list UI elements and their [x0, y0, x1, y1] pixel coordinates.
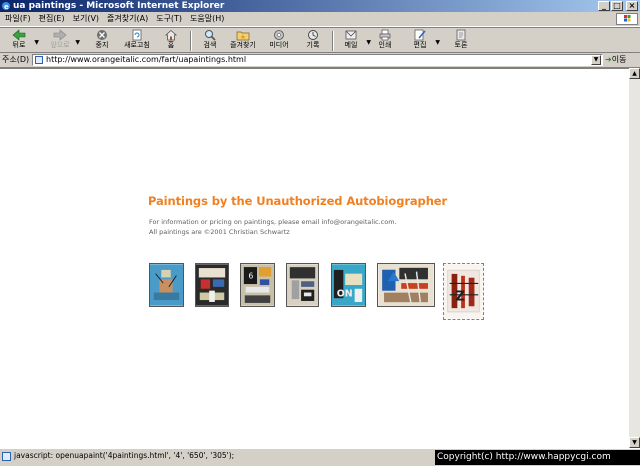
- media-label: 미디어: [269, 41, 289, 49]
- go-button[interactable]: ➜이동: [605, 54, 639, 66]
- svg-text:Z: Z: [455, 290, 465, 305]
- scroll-up-arrow-icon[interactable]: ▲: [629, 68, 640, 79]
- vertical-scrollbar[interactable]: ▲ ▼: [629, 68, 640, 448]
- refresh-button[interactable]: 새로고침: [120, 29, 154, 53]
- painting-thumbnail-6[interactable]: [377, 263, 435, 307]
- back-label: 뒤로: [12, 41, 26, 49]
- address-dropdown-icon[interactable]: ▼: [591, 55, 601, 65]
- stop-icon: [97, 30, 107, 40]
- go-label: 이동: [611, 55, 627, 64]
- menu-tools[interactable]: 도구(T): [153, 12, 185, 26]
- search-icon: [205, 30, 216, 41]
- discuss-button[interactable]: 토론: [444, 29, 478, 53]
- painting-thumbnail-2[interactable]: [195, 263, 229, 307]
- forward-label: 앞으로: [50, 41, 70, 49]
- discuss-icon: [456, 29, 466, 41]
- maximize-button[interactable]: □: [611, 1, 623, 11]
- back-button[interactable]: 뒤로 ▼: [2, 29, 39, 53]
- painting-thumbnail-4[interactable]: [286, 263, 319, 307]
- info-text-copyright: All paintings are ©2001 Christian Schwar…: [149, 228, 290, 236]
- printer-icon: [379, 29, 391, 41]
- menu-edit[interactable]: 편집(E): [36, 12, 68, 26]
- ie-logo-icon: e: [2, 2, 10, 11]
- home-label: 홈: [167, 41, 175, 49]
- refresh-icon: [132, 29, 142, 41]
- favorites-button[interactable]: 즐겨찾기: [226, 29, 260, 53]
- painting-thumbnail-1[interactable]: [149, 263, 184, 307]
- history-button[interactable]: 기록: [296, 29, 330, 53]
- page-icon: [35, 56, 43, 64]
- go-arrow-icon: ➜: [605, 55, 612, 64]
- print-label: 인쇄: [378, 41, 392, 49]
- home-icon: [164, 29, 178, 41]
- forward-arrow-icon: [53, 29, 67, 41]
- address-url[interactable]: http://www.orangeitalic.com/fart/uapaint…: [46, 55, 246, 65]
- favorites-folder-icon: [236, 31, 250, 41]
- copyright-banner: Copyright(c) http://www.happycgi.com: [435, 450, 640, 465]
- forward-button[interactable]: 앞으로 ▼: [43, 29, 80, 53]
- back-arrow-icon: [12, 29, 26, 41]
- edit-label: 편집: [413, 41, 427, 49]
- status-page-icon: [2, 452, 11, 461]
- page-heading: Paintings by the Unauthorized Autobiogra…: [148, 194, 448, 208]
- media-icon: [274, 30, 284, 40]
- stop-label: 중지: [95, 41, 109, 49]
- edit-dropdown-icon[interactable]: ▼: [435, 39, 440, 46]
- address-bar: 주소(D) http://www.orangeitalic.com/fart/u…: [0, 53, 640, 68]
- menu-favorites[interactable]: 즐겨찾기(A): [104, 12, 151, 26]
- status-bar: javascript: openuapaint('4paintings.html…: [0, 448, 640, 466]
- painting-thumbnail-5[interactable]: ON: [331, 263, 366, 307]
- minimize-button[interactable]: _: [598, 1, 610, 11]
- forward-dropdown-icon[interactable]: ▼: [75, 39, 80, 46]
- info-text-contact: For information or pricing on paintings,…: [149, 218, 397, 226]
- svg-text:ON: ON: [337, 288, 353, 299]
- media-button[interactable]: 미디어: [262, 29, 296, 53]
- discuss-label: 토론: [454, 41, 468, 49]
- address-label: 주소(D): [2, 55, 30, 64]
- page-content: Paintings by the Unauthorized Autobiogra…: [0, 68, 629, 448]
- toolbar-separator: [190, 31, 192, 51]
- menu-file[interactable]: 파일(F): [2, 12, 34, 26]
- svg-text:6: 6: [249, 271, 254, 280]
- scroll-down-arrow-icon[interactable]: ▼: [629, 437, 640, 448]
- menu-help[interactable]: 도움말(H): [187, 12, 227, 26]
- print-button[interactable]: 인쇄: [368, 29, 402, 53]
- svg-text:e: e: [4, 3, 9, 11]
- refresh-label: 새로고침: [124, 41, 150, 49]
- stop-button[interactable]: 중지: [85, 29, 119, 53]
- status-text: javascript: openuapaint('4paintings.html…: [14, 451, 235, 460]
- history-icon: [308, 30, 318, 40]
- close-button[interactable]: ×: [626, 1, 638, 11]
- windows-logo-icon: [616, 13, 638, 25]
- menu-bar: 파일(F) 편집(E) 보기(V) 즐겨찾기(A) 도구(T) 도움말(H): [0, 12, 640, 27]
- address-input[interactable]: http://www.orangeitalic.com/fart/uapaint…: [32, 54, 603, 66]
- painting-thumbnail-7[interactable]: Z: [443, 263, 484, 320]
- edit-icon: [414, 29, 426, 41]
- home-button[interactable]: 홈: [154, 29, 188, 53]
- history-label: 기록: [306, 41, 320, 49]
- painting-thumbnail-3[interactable]: 6: [240, 263, 275, 307]
- window-title: ua paintings - Microsoft Internet Explor…: [13, 1, 225, 11]
- mail-label: 메일: [344, 41, 358, 49]
- edit-button[interactable]: 편집 ▼: [403, 29, 440, 53]
- search-button[interactable]: 검색: [193, 29, 227, 53]
- back-dropdown-icon[interactable]: ▼: [34, 39, 39, 46]
- mail-button[interactable]: 메일 ▼: [334, 29, 371, 53]
- search-label: 검색: [203, 41, 217, 49]
- mail-icon: [345, 30, 357, 40]
- menu-view[interactable]: 보기(V): [70, 12, 102, 26]
- toolbar: 뒤로 ▼ 앞으로 ▼ 중지 새로고침 홈 검색 즐겨찾기 미디어 기록 메일 ▼: [0, 27, 640, 53]
- title-bar: e ua paintings - Microsoft Internet Expl…: [0, 0, 640, 12]
- favorites-label: 즐겨찾기: [230, 41, 256, 49]
